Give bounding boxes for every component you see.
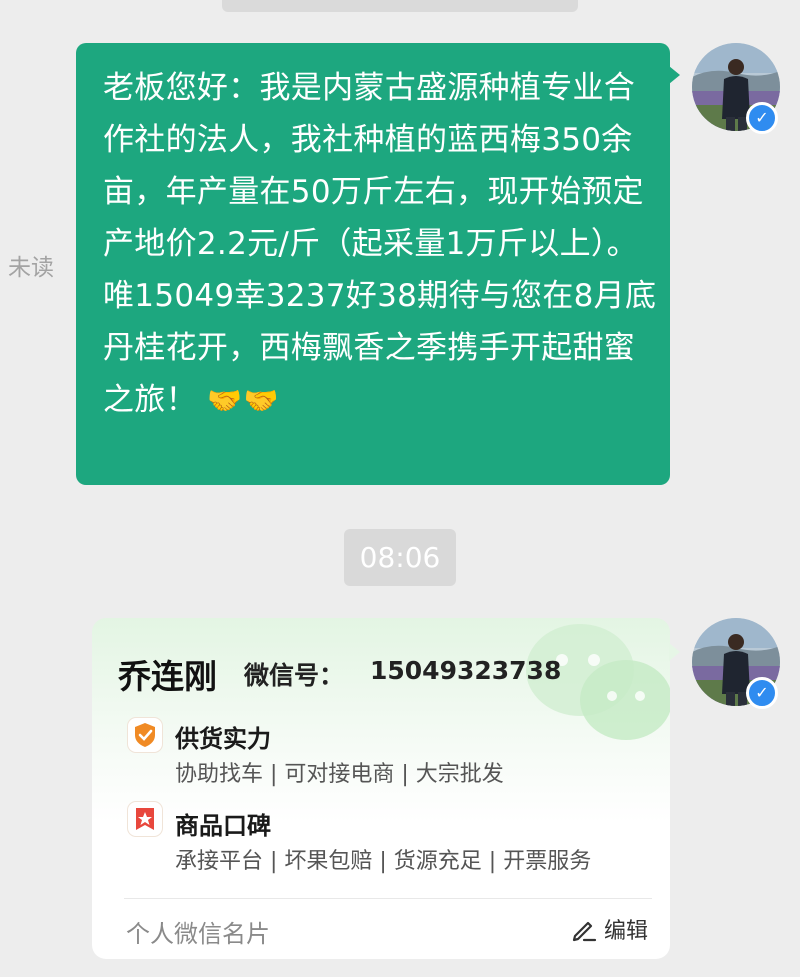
message-timestamp: 08:06 <box>344 529 456 586</box>
shield-check-icon <box>128 718 162 752</box>
message-body: 老板您好：我是内蒙古盛源种植专业合作社的法人，我社种植的蓝西梅350余亩，年产量… <box>103 70 657 418</box>
feature-desc-supply: 协助找车 | 可对接电商 | 大宗批发 <box>175 762 504 787</box>
verified-badge-icon: ✓ <box>746 677 778 709</box>
handshake-emoji: 🤝🤝 <box>207 384 281 417</box>
wechat-id-value: 15049323738 <box>370 656 562 685</box>
card-avatar[interactable]: ✓ <box>692 618 780 709</box>
wechat-id-label: 微信号： <box>244 661 345 690</box>
card-divider <box>124 898 652 899</box>
wechat-logo-icon <box>526 624 670 740</box>
bubble-tail <box>669 66 680 84</box>
message-bubble[interactable]: 老板您好：我是内蒙古盛源种植专业合作社的法人，我社种植的蓝西梅350余亩，年产量… <box>76 43 670 485</box>
unread-label: 未读 <box>8 255 54 281</box>
message-text: 老板您好：我是内蒙古盛源种植专业合作社的法人，我社种植的蓝西梅350余亩，年产量… <box>103 62 660 427</box>
edit-label: 编辑 <box>604 919 649 944</box>
card-type-label: 个人微信名片 <box>126 920 270 948</box>
edit-button[interactable]: 编辑 <box>570 912 648 946</box>
verified-badge-icon: ✓ <box>746 102 778 134</box>
star-badge-icon <box>128 802 162 836</box>
contact-name: 乔连刚 <box>118 657 217 696</box>
feature-title-reputation: 商品口碑 <box>175 812 271 840</box>
contact-card[interactable]: 乔连刚 微信号： 15049323738 供货实力 协助找车 | 可对接电商 |… <box>92 618 670 959</box>
sender-avatar[interactable]: ✓ <box>692 43 780 134</box>
pencil-icon <box>572 921 597 942</box>
feature-desc-reputation: 承接平台 | 坏果包赔 | 货源充足 | 开票服务 <box>175 849 592 874</box>
feature-title-supply: 供货实力 <box>175 725 271 753</box>
card-tail <box>669 643 680 661</box>
previous-message-edge <box>222 0 578 12</box>
